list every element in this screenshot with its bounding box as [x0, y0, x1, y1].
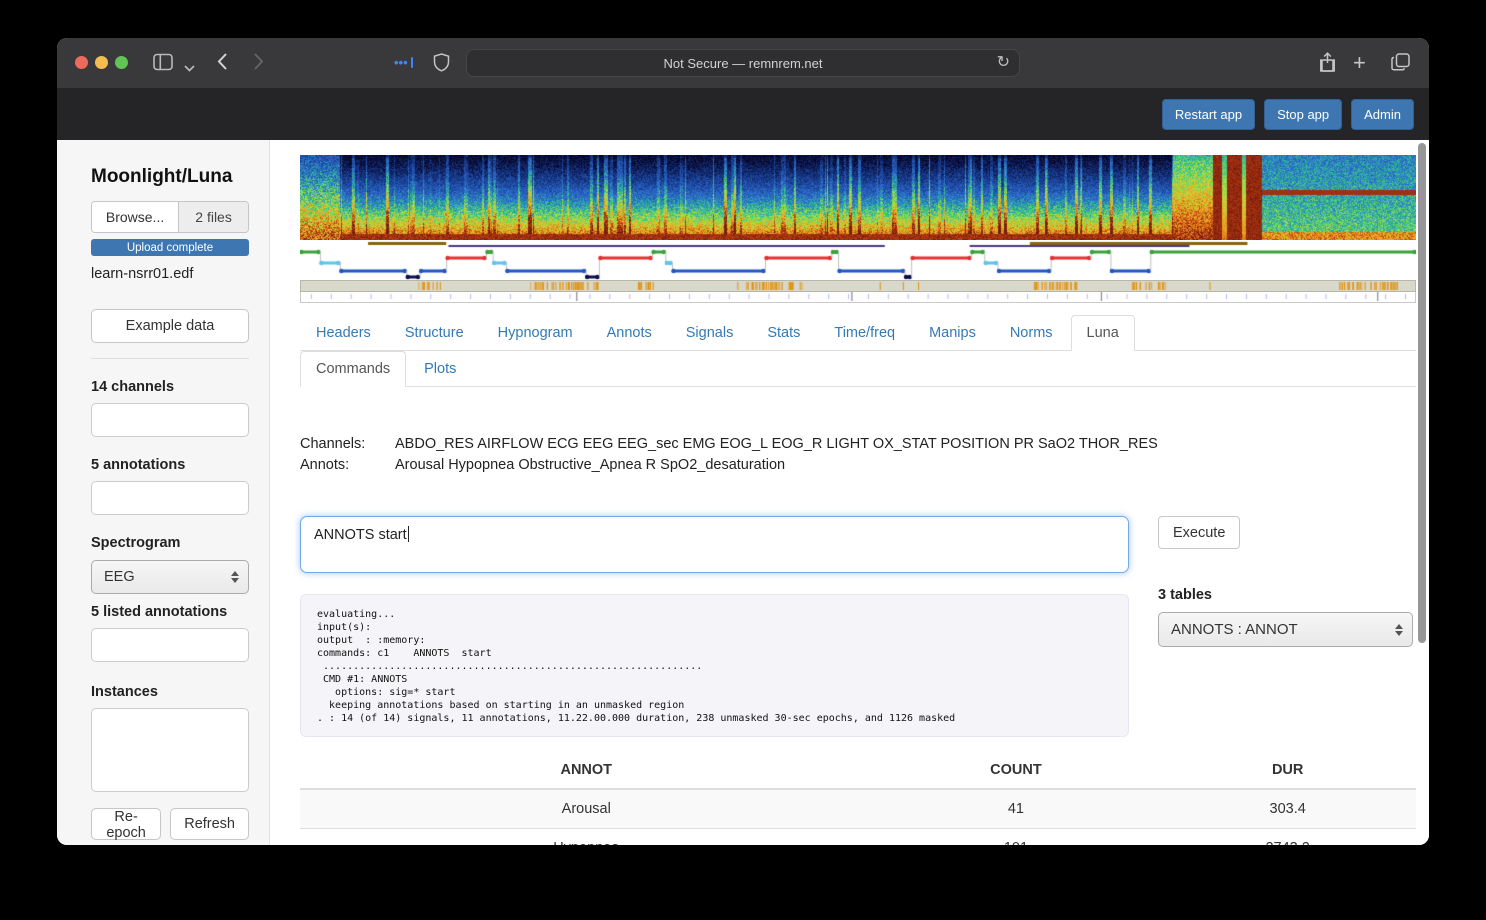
listed-annotations-label: 5 listed annotations — [91, 604, 249, 620]
scrollbar-thumb[interactable] — [1418, 143, 1426, 643]
tables-count-label: 3 tables — [1158, 587, 1415, 603]
browse-file-control[interactable]: Browse... 2 files — [91, 201, 249, 233]
annots-meta-label: Annots: — [300, 455, 395, 476]
forward-button[interactable] — [253, 52, 264, 76]
channels-meta-label: Channels: — [300, 434, 395, 455]
app-header: Restart app Stop app Admin — [57, 88, 1429, 140]
files-count-badge: 2 files — [179, 202, 248, 232]
subtab-plots[interactable]: Plots — [408, 351, 472, 387]
table-select-value: ANNOTS : ANNOT — [1171, 621, 1298, 638]
select-stepper-icon — [231, 571, 239, 583]
sidebar: Moonlight/Luna Browse... 2 files Upload … — [57, 140, 270, 845]
back-button[interactable] — [217, 52, 228, 76]
browse-button[interactable]: Browse... — [92, 202, 179, 232]
signal-viewer — [300, 155, 1416, 303]
annotations-count-label: 5 annotations — [91, 457, 249, 473]
tab-norms[interactable]: Norms — [994, 315, 1069, 351]
epoch-ruler — [300, 292, 1416, 303]
new-tab-icon[interactable]: + — [1353, 50, 1366, 76]
admin-button[interactable]: Admin — [1351, 99, 1414, 130]
table-select[interactable]: ANNOTS : ANNOT — [1158, 612, 1413, 647]
table-cell: 101 — [873, 829, 1160, 846]
refresh-button[interactable]: Refresh — [170, 808, 249, 840]
refresh-page-icon[interactable]: ↻ — [997, 52, 1010, 72]
tab-signals[interactable]: Signals — [670, 315, 750, 351]
col-header-annot: ANNOT — [300, 754, 873, 789]
tab-stats[interactable]: Stats — [751, 315, 816, 351]
spectrogram-channel-value: EEG — [104, 569, 135, 585]
tab-luna[interactable]: Luna — [1071, 315, 1135, 351]
tab-headers[interactable]: Headers — [300, 315, 387, 351]
browser-titlebar: ••• Not Secure — remnrem.net ↻ + — [57, 38, 1429, 88]
execute-button[interactable]: Execute — [1158, 516, 1240, 549]
select-stepper-icon — [1395, 624, 1403, 636]
console-text: evaluating... input(s): output : :memory… — [317, 608, 1112, 725]
tab-annots[interactable]: Annots — [591, 315, 668, 351]
luna-subtabs: CommandsPlots — [300, 351, 1416, 387]
result-table-header: ANNOTCOUNTDUR — [300, 754, 1416, 789]
text-caret — [408, 526, 409, 542]
spectrogram-label: Spectrogram — [91, 535, 249, 551]
browser-window: ••• Not Secure — remnrem.net ↻ + Restart… — [57, 38, 1429, 845]
example-data-button[interactable]: Example data — [91, 309, 249, 343]
col-header-count: COUNT — [873, 754, 1160, 789]
annotation-band — [300, 280, 1416, 292]
zoom-window-button[interactable] — [115, 56, 128, 69]
loaded-filename: learn-nsrr01.edf — [91, 266, 249, 282]
main-content: HeadersStructureHypnogramAnnotsSignalsSt… — [270, 140, 1429, 845]
annots-meta-value: Arousal Hypopnea Obstructive_Apnea R SpO… — [395, 455, 785, 476]
tab-hypnogram[interactable]: Hypnogram — [482, 315, 589, 351]
instances-textarea[interactable] — [91, 708, 249, 792]
console-output: evaluating... input(s): output : :memory… — [300, 594, 1129, 737]
chevron-down-icon[interactable] — [184, 59, 195, 77]
address-bar[interactable]: Not Secure — remnrem.net ↻ — [466, 49, 1020, 77]
app-title: Moonlight/Luna — [91, 166, 249, 188]
tab-time-freq[interactable]: Time/freq — [818, 315, 911, 351]
sidebar-toggle-icon[interactable] — [153, 53, 174, 76]
tab-overview-icon[interactable] — [1391, 53, 1410, 76]
tables-panel: 3 tables ANNOTS : ANNOT — [1158, 587, 1415, 647]
listed-annotations-input[interactable] — [91, 628, 249, 662]
table-row: Arousal41303.4 — [300, 789, 1416, 829]
spectrogram-channel-select[interactable]: EEG — [91, 560, 249, 594]
stop-app-button[interactable]: Stop app — [1264, 99, 1342, 130]
annotations-filter-input[interactable] — [91, 481, 249, 515]
col-header-dur: DUR — [1159, 754, 1416, 789]
instances-label: Instances — [91, 684, 249, 700]
share-icon[interactable] — [1319, 52, 1336, 78]
table-cell: 41 — [873, 789, 1160, 829]
table-cell: Hypopnea — [300, 829, 873, 846]
tab-group-icon[interactable]: ••• — [394, 55, 413, 70]
hypnogram-canvas — [300, 240, 1416, 280]
address-bar-text: Not Secure — remnrem.net — [664, 56, 823, 71]
table-row: Hypopnea1012743.2 — [300, 829, 1416, 846]
close-window-button[interactable] — [75, 56, 88, 69]
main-tabs: HeadersStructureHypnogramAnnotsSignalsSt… — [300, 315, 1416, 351]
spectrogram-canvas — [300, 155, 1416, 240]
table-cell: 303.4 — [1159, 789, 1416, 829]
table-cell: Arousal — [300, 789, 873, 829]
restart-app-button[interactable]: Restart app — [1162, 99, 1255, 130]
dataset-meta: Channels: ABDO_RES AIRFLOW ECG EEG EEG_s… — [300, 434, 1429, 476]
upload-progress-bar: Upload complete — [91, 239, 249, 256]
minimize-window-button[interactable] — [95, 56, 108, 69]
re-epoch-button[interactable]: Re-epoch — [91, 808, 161, 840]
channels-count-label: 14 channels — [91, 379, 249, 395]
command-text: ANNOTS start — [314, 527, 407, 543]
channels-meta-value: ABDO_RES AIRFLOW ECG EEG EEG_sec EMG EOG… — [395, 434, 1158, 455]
command-input[interactable]: ANNOTS start — [300, 516, 1129, 573]
tab-structure[interactable]: Structure — [389, 315, 480, 351]
privacy-shield-icon[interactable] — [433, 53, 450, 77]
table-cell: 2743.2 — [1159, 829, 1416, 846]
tab-manips[interactable]: Manips — [913, 315, 992, 351]
subtab-commands[interactable]: Commands — [300, 351, 406, 387]
sidebar-divider — [91, 358, 249, 359]
channels-filter-input[interactable] — [91, 403, 249, 437]
result-table: ANNOTCOUNTDUR Arousal41303.4Hypopnea1012… — [300, 754, 1416, 845]
